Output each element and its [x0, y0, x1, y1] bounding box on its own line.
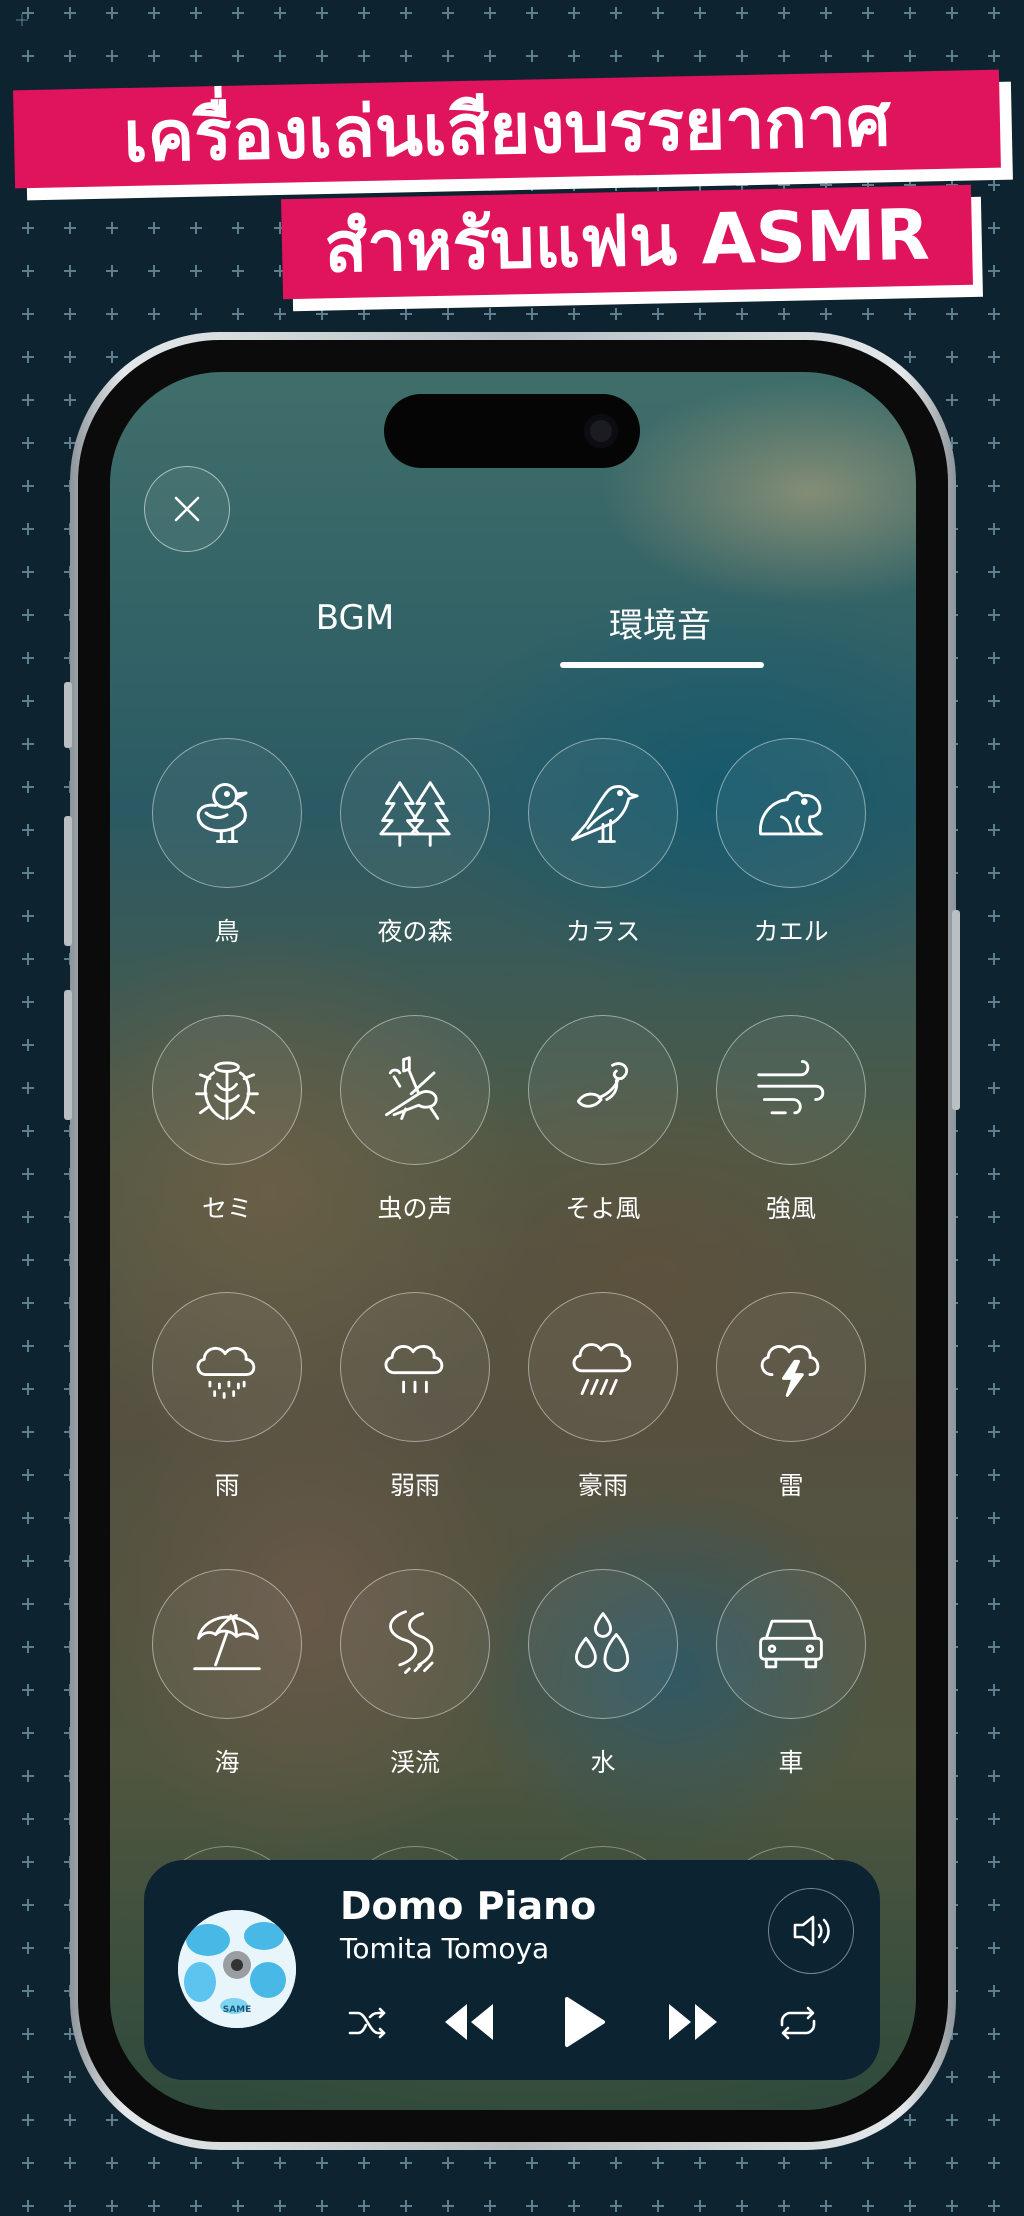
- sound-button[interactable]: [340, 1015, 490, 1165]
- water-drops-icon: [574, 1612, 630, 1672]
- active-tab-indicator: [560, 662, 764, 668]
- sound-tile-cicada[interactable]: セミ: [152, 1015, 302, 1225]
- sound-label: そよ風: [565, 1194, 641, 1223]
- sound-button[interactable]: [528, 1569, 678, 1719]
- bird-icon: [196, 782, 248, 844]
- thunder-icon: [760, 1345, 820, 1397]
- sound-label: 夜の森: [377, 917, 453, 946]
- sound-label: 渓流: [389, 1748, 440, 1777]
- headline-banner-1: เครื่องเล่นเสียงบรรยากาศ: [13, 69, 1001, 189]
- headline-line-2: สำหรับแฟน ASMR: [323, 193, 931, 289]
- sound-tile-car[interactable]: 車: [716, 1569, 866, 1779]
- sound-tile-insects[interactable]: 虫の声: [340, 1015, 490, 1225]
- repeat-icon: [780, 2006, 816, 2040]
- stream-icon: [389, 1610, 434, 1674]
- power-button: [952, 910, 960, 1110]
- beach-umbrella-icon: [193, 1614, 261, 1671]
- previous-button[interactable]: [436, 1992, 502, 2052]
- sound-label: 雨: [214, 1471, 240, 1500]
- sound-tile-frog[interactable]: カエル: [716, 738, 866, 948]
- light-rain-icon: [384, 1345, 444, 1394]
- volume-down-button: [64, 990, 72, 1120]
- heavy-rain-icon: [572, 1343, 632, 1396]
- album-text: SAME: [223, 2005, 252, 2015]
- speaker-icon: [793, 1915, 830, 1947]
- camera: [584, 414, 618, 448]
- sound-button[interactable]: [716, 738, 866, 888]
- rewind-icon: [445, 2004, 493, 2040]
- sound-button[interactable]: [716, 1292, 866, 1442]
- sound-tile-heavy-rain[interactable]: 豪雨: [528, 1292, 678, 1502]
- sound-tile-strong-wind[interactable]: 強風: [716, 1015, 866, 1225]
- sound-tile-crow[interactable]: カラス: [528, 738, 678, 948]
- sound-label: 弱雨: [389, 1471, 440, 1500]
- close-button[interactable]: [144, 466, 230, 552]
- sound-label: 強風: [765, 1194, 816, 1223]
- sound-label: カエル: [753, 917, 829, 946]
- sound-tile-rain[interactable]: 雨: [152, 1292, 302, 1502]
- shuffle-icon: [348, 2007, 386, 2039]
- sound-button[interactable]: [152, 1569, 302, 1719]
- play-button[interactable]: [552, 1990, 614, 2054]
- sound-tile-stream[interactable]: 渓流: [340, 1569, 490, 1779]
- sound-tile-water[interactable]: 水: [528, 1569, 678, 1779]
- play-icon: [565, 1997, 605, 2047]
- album-art[interactable]: SAME: [178, 1910, 296, 2028]
- cicada-icon: [195, 1061, 259, 1120]
- sound-label: 雷: [778, 1471, 804, 1500]
- rain-icon: [196, 1346, 256, 1399]
- sound-tile-sea[interactable]: 海: [152, 1569, 302, 1779]
- next-button[interactable]: [660, 1992, 726, 2052]
- sound-tile-night-forest[interactable]: 夜の森: [340, 738, 490, 948]
- headline-banner-2: สำหรับแฟน ASMR: [281, 184, 973, 300]
- tab-bgm[interactable]: BGM: [290, 598, 420, 638]
- sound-label: 水: [590, 1748, 616, 1777]
- frog-icon: [759, 791, 823, 836]
- tab-ambient-sounds[interactable]: 環境音: [560, 598, 760, 647]
- shuffle-button[interactable]: [340, 1998, 396, 2048]
- track-title: Domo Piano: [340, 1884, 597, 1928]
- volume-button[interactable]: [768, 1888, 854, 1974]
- sound-button[interactable]: [340, 738, 490, 888]
- sound-label: カラス: [565, 917, 641, 946]
- action-button: [64, 682, 72, 748]
- sound-label: セミ: [201, 1194, 252, 1223]
- fast-forward-icon: [669, 2004, 717, 2040]
- sound-tile-thunder[interactable]: 雷: [716, 1292, 866, 1502]
- sound-button[interactable]: [152, 1292, 302, 1442]
- sound-label: 鳥: [214, 917, 240, 946]
- car-icon: [759, 1619, 823, 1669]
- sound-tile-light-rain[interactable]: 弱雨: [340, 1292, 490, 1502]
- sound-label: 虫の声: [377, 1194, 453, 1223]
- sound-button[interactable]: [716, 1569, 866, 1719]
- sound-button[interactable]: [528, 1015, 678, 1165]
- sound-button[interactable]: [340, 1292, 490, 1442]
- crow-icon: [571, 784, 639, 843]
- cricket-icon: [385, 1056, 440, 1120]
- sound-button[interactable]: [716, 1015, 866, 1165]
- sound-tile-bird[interactable]: 鳥: [152, 738, 302, 948]
- forest-icon: [379, 781, 451, 847]
- sound-button[interactable]: [528, 1292, 678, 1442]
- album-disc-icon: SAME: [178, 1910, 296, 2028]
- breeze-icon: [576, 1062, 629, 1108]
- sound-button[interactable]: [340, 1569, 490, 1719]
- sound-button[interactable]: [528, 738, 678, 888]
- close-icon: [174, 496, 200, 522]
- sound-button[interactable]: [152, 738, 302, 888]
- sound-label: 海: [214, 1748, 240, 1777]
- sound-button[interactable]: [152, 1015, 302, 1165]
- sound-tile-breeze[interactable]: そよ風: [528, 1015, 678, 1225]
- sound-label: 豪雨: [577, 1471, 628, 1500]
- track-artist: Tomita Tomoya: [340, 1932, 550, 1965]
- headline-line-1: เครื่องเล่นเสียงบรรยากาศ: [122, 79, 892, 179]
- strong-wind-icon: [757, 1060, 825, 1115]
- sound-label: 車: [778, 1748, 804, 1777]
- volume-up-button: [64, 816, 72, 946]
- repeat-button[interactable]: [770, 1998, 826, 2048]
